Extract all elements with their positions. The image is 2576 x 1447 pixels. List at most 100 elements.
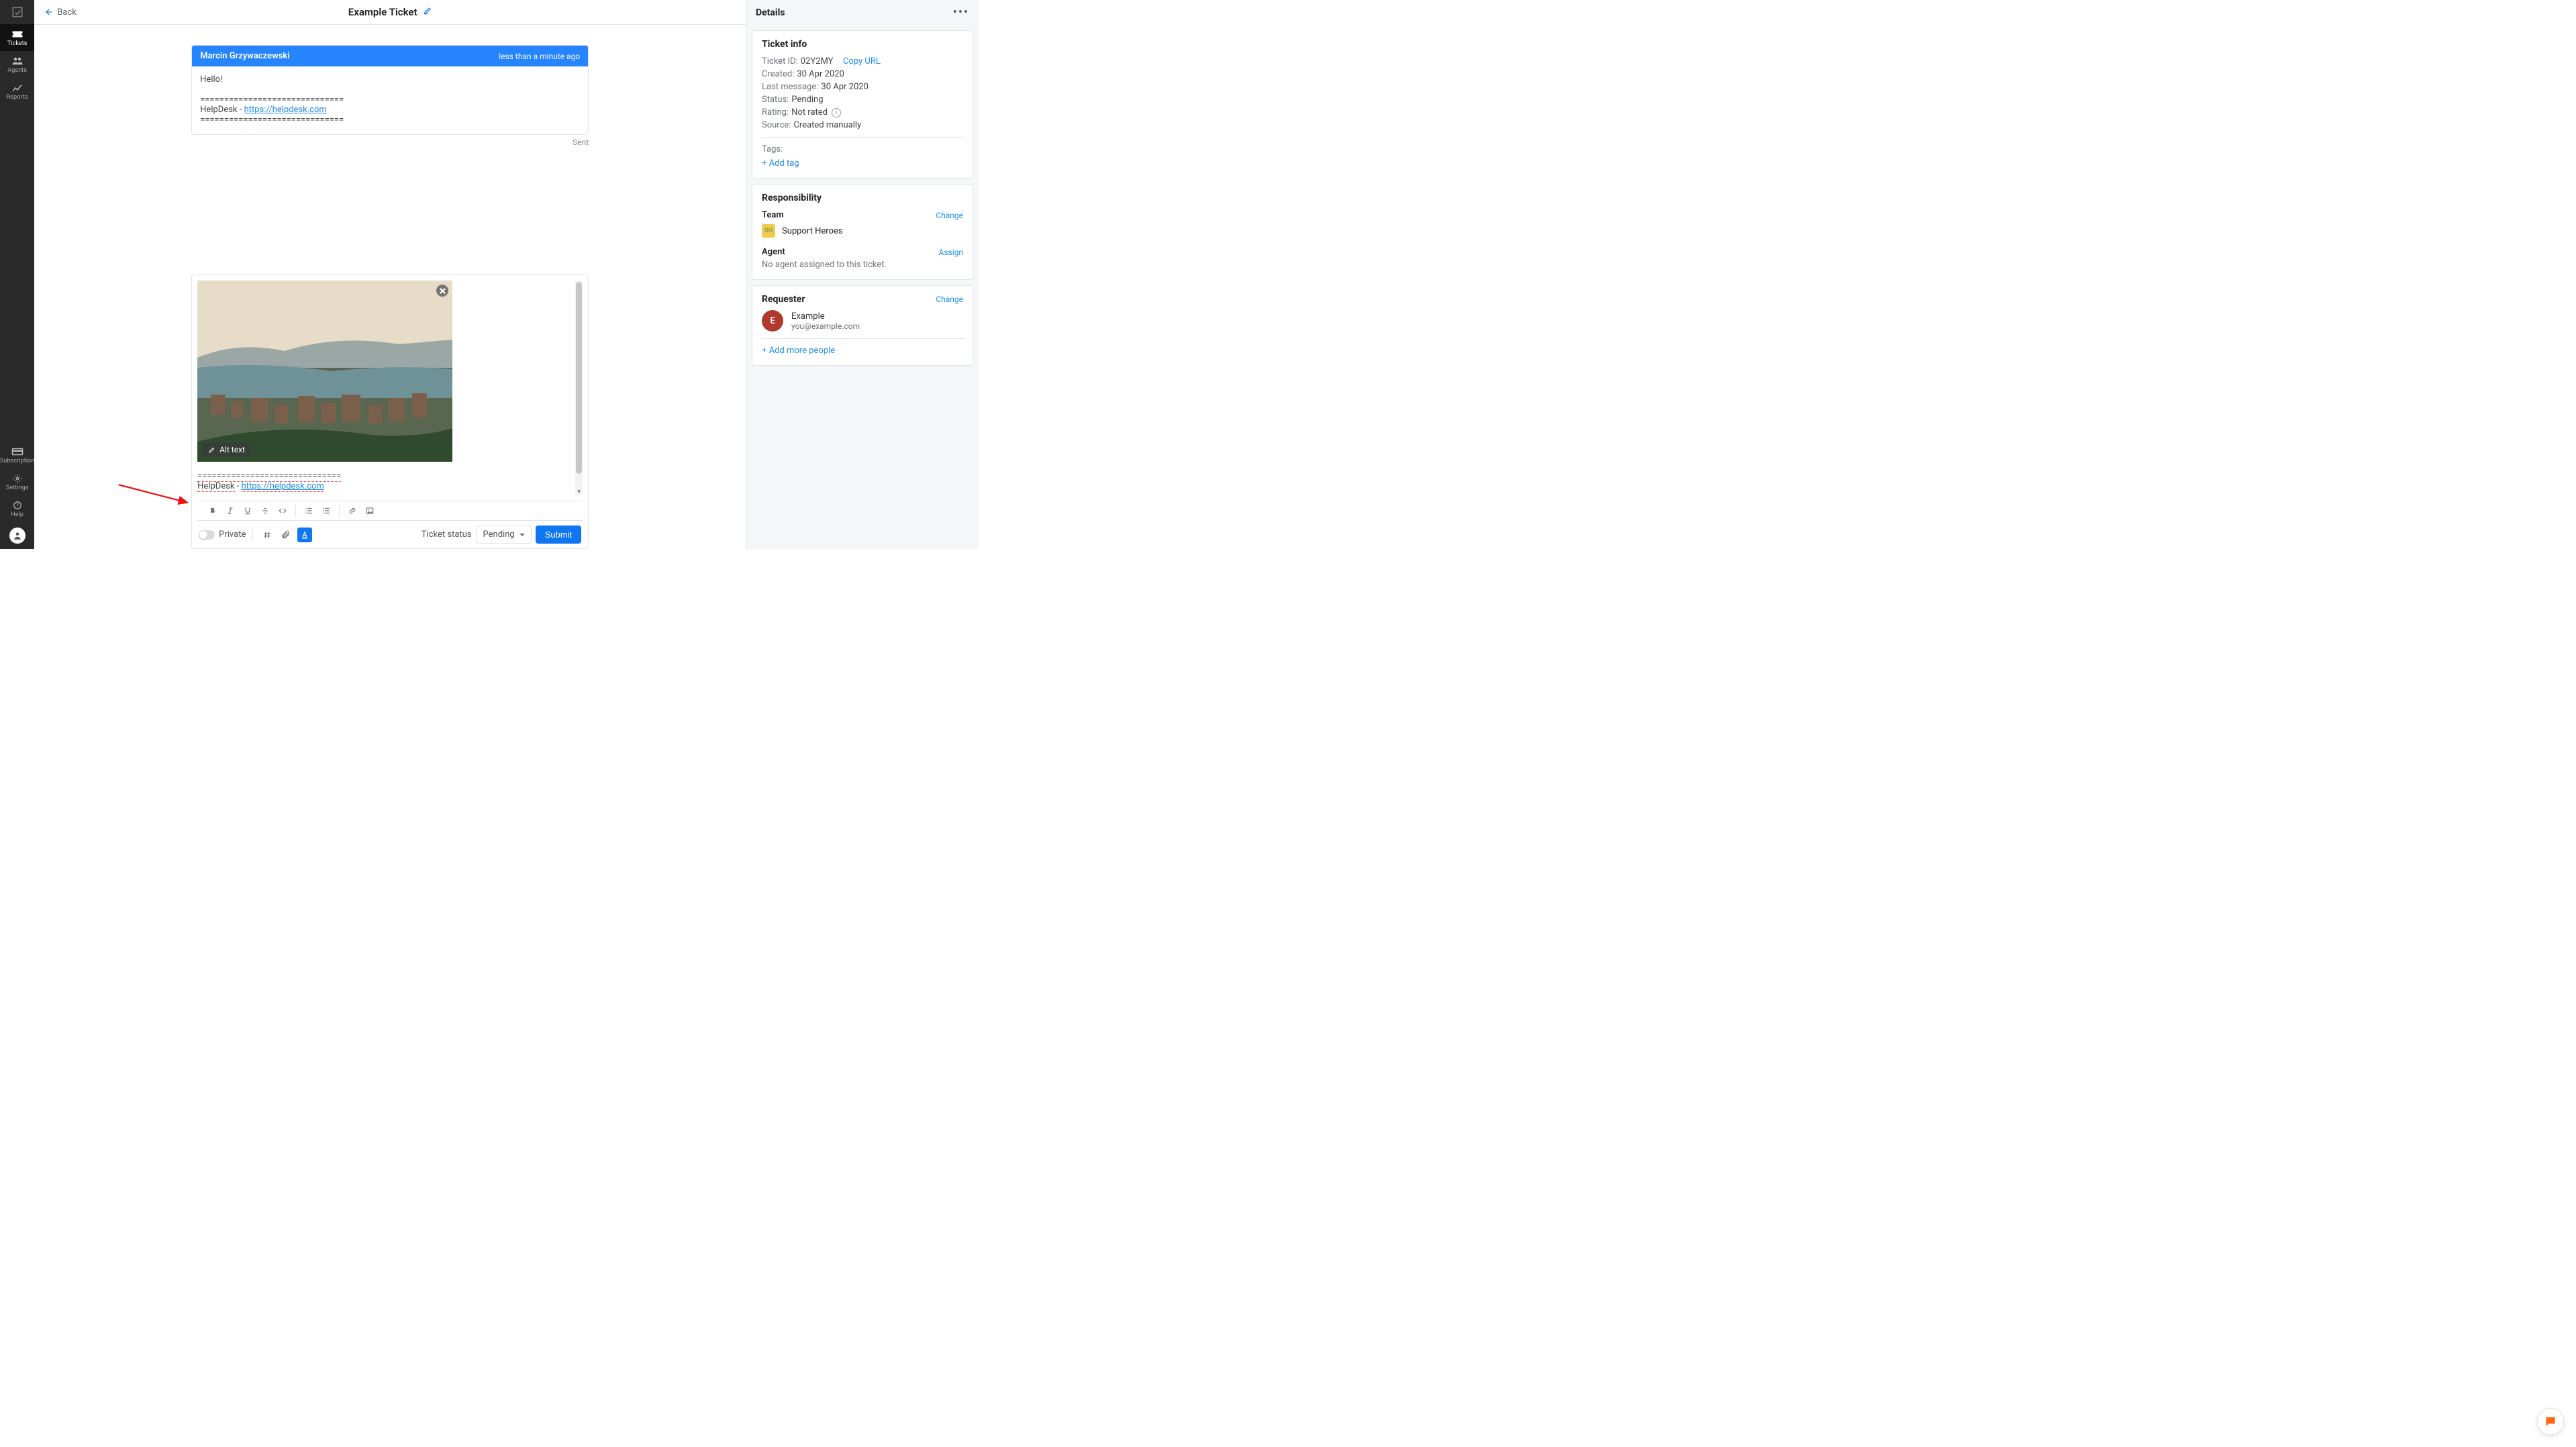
details-menu-button[interactable]: ••• <box>953 5 969 19</box>
composer-editor[interactable]: Alt text ============================== … <box>192 275 588 501</box>
sidebar-label: Settings <box>6 485 29 491</box>
message-status: Sent <box>191 138 589 147</box>
scrollbar-down[interactable]: ▼ <box>575 487 583 495</box>
underline-button[interactable] <box>239 503 256 518</box>
help-icon: ? <box>11 501 23 510</box>
app-logo[interactable] <box>0 0 34 24</box>
reply-composer: Alt text ============================== … <box>191 275 589 549</box>
agents-icon <box>11 56 23 66</box>
code-icon <box>278 506 287 515</box>
sidebar-label: Reports <box>7 94 28 101</box>
sidebar-item-tickets[interactable]: Tickets <box>0 24 34 51</box>
chat-fab[interactable] <box>2537 1408 2564 1435</box>
agent-label: Agent <box>762 247 785 257</box>
agent-none: No agent assigned to this ticket. <box>762 260 963 270</box>
bullet-list-icon <box>321 506 331 515</box>
copy-url-link[interactable]: Copy URL <box>843 56 881 66</box>
add-tag-link[interactable]: + Add tag <box>762 158 799 168</box>
svg-text:3: 3 <box>305 512 307 515</box>
private-label: Private <box>219 530 246 540</box>
private-toggle[interactable] <box>199 530 215 540</box>
scrollbar-thumb[interactable] <box>576 282 582 474</box>
ticket-icon <box>11 30 23 39</box>
details-heading: Details <box>756 7 785 18</box>
sidebar-item-subscription[interactable]: Subscription <box>0 442 34 468</box>
requester-card: Requester Change E Example you@example.c… <box>752 285 973 366</box>
attachment-button[interactable] <box>279 528 293 542</box>
annotation-arrow <box>116 482 195 509</box>
image-placeholder <box>197 281 452 462</box>
strike-button[interactable] <box>256 503 274 518</box>
add-people-link[interactable]: + Add more people <box>762 346 835 356</box>
app-sidebar: Tickets Agents Reports Subscription Sett… <box>0 0 34 549</box>
ticket-info-title: Ticket info <box>762 39 963 50</box>
composer-signature: ============================== HelpDesk … <box>197 471 571 491</box>
requester-avatar: E <box>762 310 783 332</box>
underline-icon <box>243 506 252 515</box>
composer-footer: Private Ticket status Pending Submit <box>192 521 588 548</box>
sidebar-label: Help <box>11 511 23 518</box>
paperclip-icon <box>281 530 291 540</box>
sidebar-label: Agents <box>7 67 27 74</box>
change-team-link[interactable]: Change <box>936 211 963 220</box>
italic-button[interactable] <box>221 503 239 518</box>
editor-scrollbar[interactable]: ▼ <box>575 281 583 495</box>
info-icon[interactable]: i <box>832 108 841 117</box>
gear-icon <box>11 474 23 483</box>
change-requester-link[interactable]: Change <box>936 295 963 304</box>
chevron-down-icon <box>519 532 526 538</box>
sidebar-profile-avatar[interactable] <box>9 528 26 544</box>
details-header: Details ••• <box>752 0 973 25</box>
image-button[interactable] <box>361 503 379 518</box>
requester-name: Example <box>791 311 860 321</box>
ordered-list-button[interactable]: 123 <box>300 503 317 518</box>
sidebar-item-settings[interactable]: Settings <box>0 468 34 495</box>
sidebar-item-reports[interactable]: Reports <box>0 78 34 105</box>
pencil-icon <box>423 6 432 15</box>
message-card: Marcin Grzywaczewski less than a minute … <box>191 45 589 135</box>
format-toolbar: 123 <box>197 501 583 521</box>
message-author: Marcin Grzywaczewski <box>200 51 290 61</box>
sidebar-label: Tickets <box>7 40 28 47</box>
link-icon <box>348 506 357 515</box>
requester-title: Requester <box>762 294 805 305</box>
back-label: Back <box>57 7 77 17</box>
close-icon <box>440 288 446 294</box>
canned-response-button[interactable] <box>260 528 275 542</box>
reports-icon <box>11 83 23 93</box>
responsibility-title: Responsibility <box>762 193 963 203</box>
signature-link[interactable]: https://helpdesk.com <box>242 481 324 492</box>
back-button[interactable]: Back <box>34 7 77 17</box>
ticket-main: Back Example Ticket Marcin Grzywaczewski… <box>34 0 746 549</box>
bold-button[interactable] <box>204 503 221 518</box>
arrow-left-icon <box>44 7 53 17</box>
message-body: Hello! ============================== He… <box>192 66 588 134</box>
edit-title-button[interactable] <box>423 6 432 18</box>
text-color-button[interactable] <box>297 528 312 542</box>
bullet-list-button[interactable] <box>317 503 335 518</box>
link-button[interactable] <box>344 503 361 518</box>
bold-icon <box>208 506 217 515</box>
team-label: Team <box>762 210 784 220</box>
sidebar-item-agents[interactable]: Agents <box>0 51 34 78</box>
strikethrough-icon <box>260 506 270 515</box>
submit-button[interactable]: Submit <box>536 526 581 544</box>
svg-text:?: ? <box>16 503 19 508</box>
code-button[interactable] <box>274 503 291 518</box>
responsibility-card: Responsibility Team Change SH Support He… <box>752 184 973 280</box>
details-panel: Details ••• Ticket info Ticket ID: 02Y2M… <box>746 0 979 549</box>
requester-row[interactable]: E Example you@example.com <box>762 310 963 332</box>
sidebar-item-help[interactable]: ? Help <box>0 495 34 522</box>
image-icon <box>365 506 375 515</box>
composer-wrap: Alt text ============================== … <box>191 275 589 549</box>
ticket-status-select[interactable]: Pending <box>476 526 532 544</box>
assign-agent-link[interactable]: Assign <box>939 248 964 257</box>
alt-text-button[interactable]: Alt text <box>203 443 250 456</box>
card-icon <box>11 447 23 456</box>
text-color-icon <box>300 530 309 540</box>
ticket-status-label: Ticket status <box>422 530 472 540</box>
signature-link[interactable]: https://helpdesk.com <box>244 105 327 115</box>
hash-icon <box>262 530 272 540</box>
conversation-scroll[interactable]: Marcin Grzywaczewski less than a minute … <box>34 25 746 549</box>
attached-image[interactable]: Alt text <box>197 281 452 462</box>
